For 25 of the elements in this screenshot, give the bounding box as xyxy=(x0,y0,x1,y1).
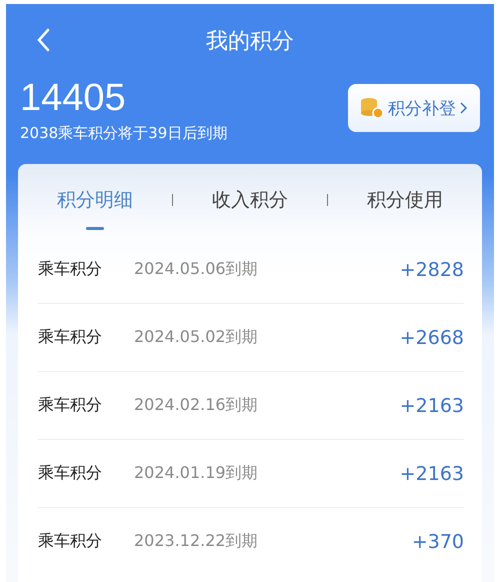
expiry-date: 2024.01.19到期 xyxy=(134,463,259,484)
points-amount: +2668 xyxy=(400,326,464,348)
tab[interactable]: 收入积分 xyxy=(173,170,327,230)
points-type: 乘车积分 xyxy=(38,327,103,348)
points-amount: +2828 xyxy=(400,258,464,280)
expiry-date: 2024.05.02到期 xyxy=(134,327,259,348)
expiry-date: 2023.12.22到期 xyxy=(134,531,259,552)
points-type: 乘车积分 xyxy=(38,463,103,484)
points-total: 14405 xyxy=(20,78,127,118)
expiry-date: 2024.05.06到期 xyxy=(134,259,259,280)
page-title: 我的积分 xyxy=(206,28,294,56)
points-amount: +370 xyxy=(412,530,464,552)
tab[interactable]: 积分明细 xyxy=(18,170,172,230)
expiry-note: 2038乘车积分将于39日后到期 xyxy=(20,124,228,143)
tab[interactable]: 积分使用 xyxy=(328,170,482,230)
points-type: 乘车积分 xyxy=(38,259,103,280)
points-type: 乘车积分 xyxy=(38,395,103,416)
coins-icon xyxy=(360,97,384,119)
expiry-date: 2024.02.16到期 xyxy=(134,395,259,416)
back-icon[interactable] xyxy=(36,28,50,52)
points-amount: +2163 xyxy=(400,462,464,484)
points-amount: +2163 xyxy=(400,394,464,416)
points-type: 乘车积分 xyxy=(38,531,103,552)
points-makeup-button[interactable]: 积分补登 xyxy=(348,84,480,132)
chevron-right-icon xyxy=(460,102,468,114)
